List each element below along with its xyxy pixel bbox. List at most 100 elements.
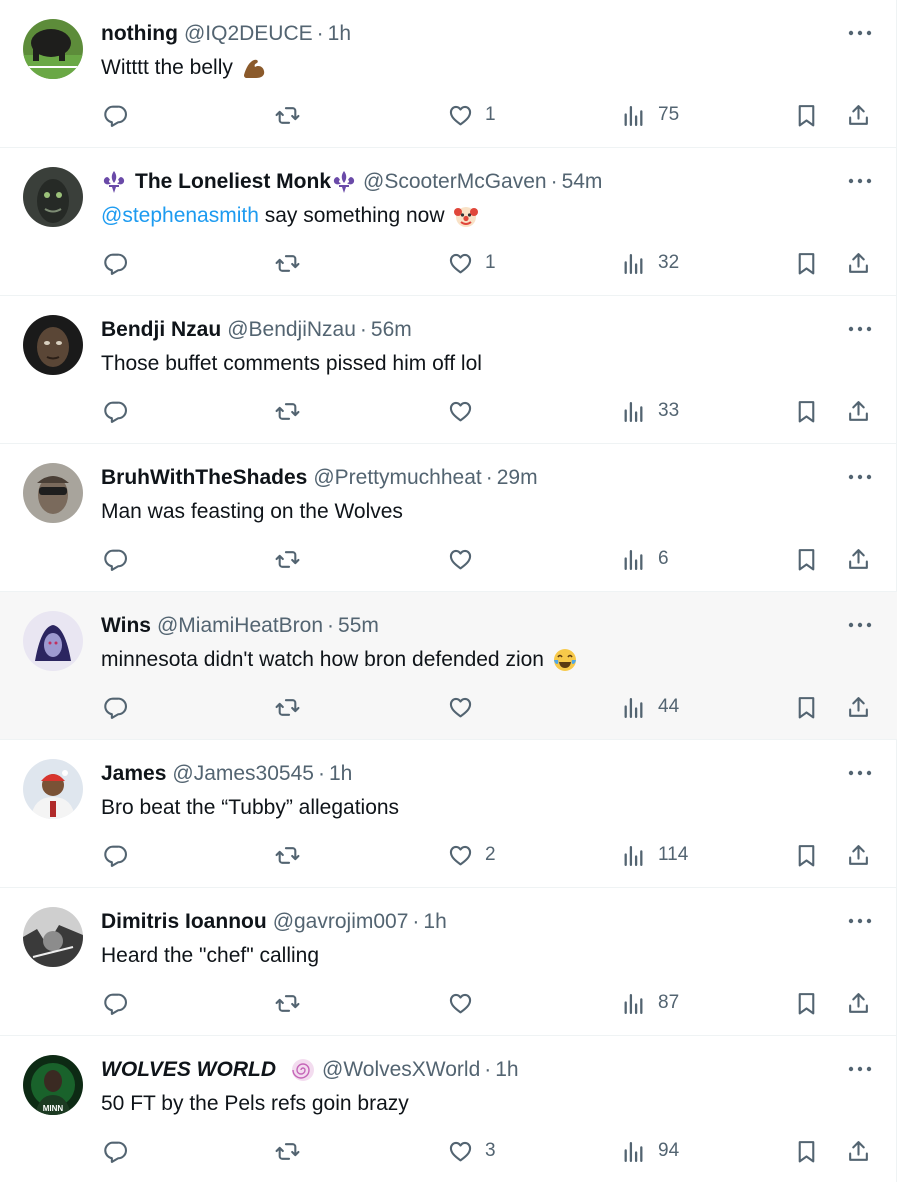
tweet[interactable]: Dimitris Ioannou @gavrojim007 · 1h Heard the… bbox=[0, 888, 897, 1036]
display-name[interactable]: WOLVES WORLD bbox=[101, 1057, 276, 1083]
reply-button[interactable] bbox=[103, 990, 128, 1016]
like-button[interactable] bbox=[448, 398, 473, 424]
reply-button[interactable] bbox=[103, 398, 128, 424]
views-button[interactable]: 87 bbox=[621, 990, 679, 1016]
timestamp[interactable]: 1h bbox=[423, 909, 446, 935]
more-options-icon[interactable] bbox=[847, 913, 873, 929]
avatar[interactable] bbox=[23, 167, 83, 227]
avatar[interactable] bbox=[23, 463, 83, 523]
avatar[interactable] bbox=[23, 19, 83, 79]
like-button[interactable]: 1 bbox=[448, 102, 496, 128]
timestamp[interactable]: 1h bbox=[495, 1057, 518, 1083]
share-button[interactable] bbox=[846, 102, 871, 128]
retweet-icon bbox=[275, 547, 300, 572]
share-button[interactable] bbox=[846, 990, 871, 1016]
views-button[interactable]: 33 bbox=[621, 398, 679, 424]
reply-button[interactable] bbox=[103, 1138, 128, 1164]
timestamp[interactable]: 55m bbox=[338, 613, 379, 639]
user-handle[interactable]: @ScooterMcGaven bbox=[363, 169, 547, 195]
share-button[interactable] bbox=[846, 250, 871, 276]
reply-button[interactable] bbox=[103, 694, 128, 720]
retweet-button[interactable] bbox=[275, 990, 300, 1016]
like-button[interactable] bbox=[448, 546, 473, 572]
timestamp[interactable]: 29m bbox=[497, 465, 538, 491]
tweet[interactable]: Wins @MiamiHeatBron · 55m minnesota didn't w… bbox=[0, 592, 897, 740]
tweet[interactable]: MINN WOLVES WORLD @WolvesXWorld · 1h 50 FT by… bbox=[0, 1036, 897, 1182]
mention-link[interactable]: @stephenasmith bbox=[101, 202, 259, 230]
timestamp[interactable]: 54m bbox=[562, 169, 603, 195]
bookmark-button[interactable] bbox=[794, 842, 819, 868]
timestamp[interactable]: 1h bbox=[328, 21, 351, 47]
avatar[interactable] bbox=[23, 907, 83, 967]
bookmark-button[interactable] bbox=[794, 250, 819, 276]
retweet-button[interactable] bbox=[275, 842, 300, 868]
bookmark-button[interactable] bbox=[794, 398, 819, 424]
user-handle[interactable]: @IQ2DEUCE bbox=[184, 21, 313, 47]
tweet[interactable]: James @James30545 · 1h Bro beat the “Tubby” … bbox=[0, 740, 897, 888]
like-button[interactable]: 1 bbox=[448, 250, 496, 276]
user-handle[interactable]: @BendjiNzau bbox=[227, 317, 356, 343]
user-handle[interactable]: @Prettymuchheat bbox=[313, 465, 481, 491]
reply-button[interactable] bbox=[103, 250, 128, 276]
retweet-button[interactable] bbox=[275, 102, 300, 128]
avatar[interactable] bbox=[23, 315, 83, 375]
bookmark-button[interactable] bbox=[794, 546, 819, 572]
retweet-button[interactable] bbox=[275, 546, 300, 572]
timestamp[interactable]: 1h bbox=[329, 761, 352, 787]
like-button[interactable] bbox=[448, 990, 473, 1016]
views-button[interactable]: 114 bbox=[621, 842, 688, 868]
bookmark-button[interactable] bbox=[794, 990, 819, 1016]
more-options-icon[interactable] bbox=[847, 765, 873, 781]
user-handle[interactable]: @MiamiHeatBron bbox=[157, 613, 323, 639]
more-options-icon[interactable] bbox=[847, 25, 873, 41]
reply-button[interactable] bbox=[103, 842, 128, 868]
display-name[interactable]: Dimitris Ioannou bbox=[101, 909, 267, 935]
views-button[interactable]: 75 bbox=[621, 102, 679, 128]
tweet[interactable]: The Loneliest Monk @ScooterMcGaven · 54m @st… bbox=[0, 148, 897, 296]
display-name[interactable]: BruhWithTheShades bbox=[101, 465, 307, 491]
bar-chart-icon bbox=[621, 695, 646, 720]
display-name[interactable]: James bbox=[101, 761, 166, 787]
retweet-button[interactable] bbox=[275, 250, 300, 276]
tweet[interactable]: nothing @IQ2DEUCE · 1h Witttt the belly 1 75 bbox=[0, 0, 897, 148]
views-button[interactable]: 6 bbox=[621, 546, 669, 572]
bookmark-button[interactable] bbox=[794, 1138, 819, 1164]
more-options-icon[interactable] bbox=[847, 321, 873, 337]
tweet[interactable]: BruhWithTheShades @Prettymuchheat · 29m Man … bbox=[0, 444, 897, 592]
share-button[interactable] bbox=[846, 694, 871, 720]
share-button[interactable] bbox=[846, 1138, 871, 1164]
timestamp[interactable]: 56m bbox=[371, 317, 412, 343]
user-handle[interactable]: @gavrojim007 bbox=[273, 909, 409, 935]
reply-icon bbox=[103, 251, 128, 276]
display-name[interactable]: The Loneliest Monk bbox=[135, 169, 331, 195]
display-name[interactable]: nothing bbox=[101, 21, 178, 47]
share-button[interactable] bbox=[846, 398, 871, 424]
display-name[interactable]: Wins bbox=[101, 613, 151, 639]
retweet-button[interactable] bbox=[275, 694, 300, 720]
retweet-button[interactable] bbox=[275, 1138, 300, 1164]
views-button[interactable]: 32 bbox=[621, 250, 679, 276]
avatar[interactable] bbox=[23, 759, 83, 819]
share-button[interactable] bbox=[846, 842, 871, 868]
like-button[interactable]: 3 bbox=[448, 1138, 496, 1164]
display-name[interactable]: Bendji Nzau bbox=[101, 317, 221, 343]
views-button[interactable]: 94 bbox=[621, 1138, 679, 1164]
user-handle[interactable]: @James30545 bbox=[172, 761, 314, 787]
retweet-button[interactable] bbox=[275, 398, 300, 424]
like-button[interactable] bbox=[448, 694, 473, 720]
more-options-icon[interactable] bbox=[847, 1061, 873, 1077]
views-button[interactable]: 44 bbox=[621, 694, 679, 720]
tweet[interactable]: Bendji Nzau @BendjiNzau · 56m Those buffet c… bbox=[0, 296, 897, 444]
like-button[interactable]: 2 bbox=[448, 842, 496, 868]
user-handle[interactable]: @WolvesXWorld bbox=[322, 1057, 480, 1083]
more-options-icon[interactable] bbox=[847, 173, 873, 189]
bookmark-button[interactable] bbox=[794, 102, 819, 128]
more-options-icon[interactable] bbox=[847, 617, 873, 633]
avatar[interactable] bbox=[23, 611, 83, 671]
reply-button[interactable] bbox=[103, 546, 128, 572]
bookmark-button[interactable] bbox=[794, 694, 819, 720]
avatar[interactable]: MINN bbox=[23, 1055, 83, 1115]
share-button[interactable] bbox=[846, 546, 871, 572]
more-options-icon[interactable] bbox=[847, 469, 873, 485]
reply-button[interactable] bbox=[103, 102, 128, 128]
